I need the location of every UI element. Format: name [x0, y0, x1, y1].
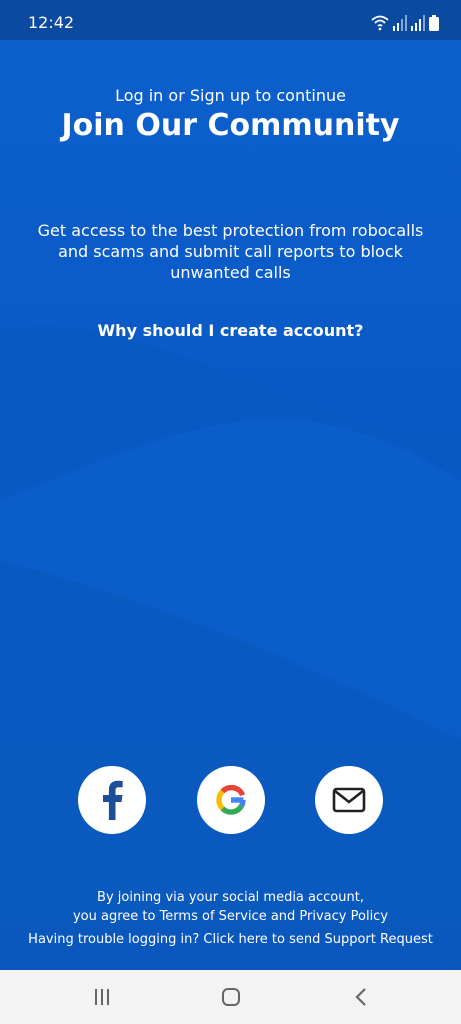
main-content: Log in or Sign up to continue Join Our C…: [0, 40, 461, 970]
login-screen: 12:42 Log in or Sign up to continue Join…: [0, 0, 461, 1024]
google-login-button[interactable]: [197, 766, 265, 834]
home-icon: [222, 988, 240, 1006]
back-icon: [355, 988, 366, 1006]
recents-button[interactable]: [82, 980, 122, 1014]
email-login-button[interactable]: [315, 766, 383, 834]
mail-icon: [332, 787, 366, 813]
recents-icon: [95, 989, 109, 1005]
navigation-bar: [0, 970, 461, 1024]
facebook-icon: [103, 780, 123, 820]
support-request-link[interactable]: Having trouble logging in? Click here to…: [0, 930, 461, 950]
wifi-icon: [371, 15, 389, 31]
status-icons: [371, 13, 439, 31]
page-title: Join Our Community: [61, 108, 400, 143]
back-button[interactable]: [341, 980, 381, 1014]
legal-text: By joining via your social media account…: [0, 888, 461, 926]
legal-line-1: By joining via your social media account…: [97, 890, 364, 905]
status-bar: 12:42: [0, 0, 461, 40]
signal-icon: [411, 15, 425, 31]
signal-icon: [393, 15, 407, 31]
battery-icon: [429, 15, 439, 31]
facebook-login-button[interactable]: [78, 766, 146, 834]
google-icon: [216, 785, 246, 815]
legal-line-2[interactable]: you agree to Terms of Service and Privac…: [0, 907, 461, 926]
login-subtitle: Log in or Sign up to continue: [115, 86, 346, 105]
status-time: 12:42: [28, 13, 75, 32]
why-create-account-link[interactable]: Why should I create account?: [0, 320, 461, 342]
home-button[interactable]: [211, 980, 251, 1014]
description-text: Get access to the best protection from r…: [37, 221, 424, 282]
